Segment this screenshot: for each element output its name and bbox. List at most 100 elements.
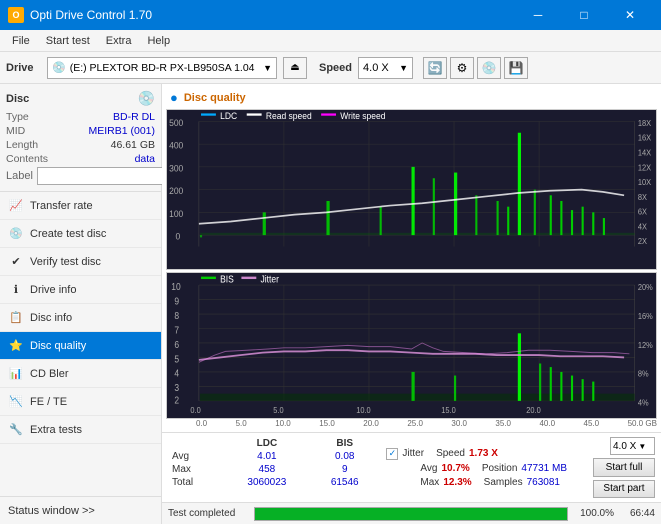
sidebar-item-transfer-rate[interactable]: 📈 Transfer rate: [0, 192, 161, 220]
svg-text:BIS: BIS: [220, 274, 234, 285]
drive-icon: 💿: [52, 61, 66, 74]
disc-label-input[interactable]: [37, 167, 175, 185]
disc-quality-icon: ⭐: [8, 338, 24, 354]
stats-avg-label: Avg: [168, 450, 223, 463]
close-button[interactable]: ✕: [607, 0, 653, 30]
svg-text:8X: 8X: [638, 193, 647, 202]
stats-avg-bis: 0.08: [311, 450, 378, 463]
speed-control-row: 4.0 X ▼: [610, 437, 655, 455]
sidebar-item-label-transfer-rate: Transfer rate: [30, 200, 93, 212]
stats-max-ldc: 458: [223, 463, 311, 476]
titlebar-controls: ─ □ ✕: [515, 0, 653, 30]
x-label-25: 25.0: [407, 419, 423, 428]
sidebar: Disc 💿 Type BD-R DL MID MEIRB1 (001) Len…: [0, 84, 162, 524]
extra-tests-icon: 🔧: [8, 422, 24, 438]
stats-max-row: Max 458 9: [168, 463, 378, 476]
stats-header-empty: [168, 437, 223, 450]
minimize-button[interactable]: ─: [515, 0, 561, 30]
chart-title: Disc quality: [184, 92, 246, 104]
disc-mid-label: MID: [6, 125, 25, 137]
sidebar-item-verify-test-disc[interactable]: ✔ Verify test disc: [0, 248, 161, 276]
menu-start-test[interactable]: Start test: [38, 33, 98, 49]
sidebar-item-label-verify-test-disc: Verify test disc: [30, 256, 101, 268]
refresh-icon[interactable]: 🔄: [423, 57, 447, 79]
test-speed-selector[interactable]: 4.0 X ▼: [610, 437, 655, 455]
x-label-20: 20.0: [363, 419, 379, 428]
menubar: File Start test Extra Help: [0, 30, 661, 52]
transfer-rate-icon: 📈: [8, 198, 24, 214]
drive-info-icon: ℹ: [8, 282, 24, 298]
menu-extra[interactable]: Extra: [98, 33, 140, 49]
speed-label: Speed: [319, 62, 352, 74]
svg-text:400: 400: [169, 140, 183, 150]
sidebar-item-label-create-test-disc: Create test disc: [30, 228, 106, 240]
jitter-label: Jitter: [402, 448, 424, 459]
menu-file[interactable]: File: [4, 33, 38, 49]
sidebar-item-label-extra-tests: Extra tests: [30, 424, 82, 436]
save-icon[interactable]: 💾: [504, 57, 528, 79]
menu-help[interactable]: Help: [139, 33, 178, 49]
svg-text:16X: 16X: [638, 133, 651, 142]
speed-selector[interactable]: 4.0 X ▼: [358, 57, 413, 79]
start-full-button[interactable]: Start full: [593, 458, 655, 477]
svg-text:9: 9: [174, 296, 179, 307]
x-label-10: 10.0: [275, 419, 291, 428]
svg-text:12%: 12%: [638, 341, 653, 351]
jitter-checkbox[interactable]: ✓: [386, 448, 398, 460]
disc-mid-value: MEIRB1 (001): [88, 125, 155, 137]
verify-test-disc-icon: ✔: [8, 254, 24, 270]
disc-icon-small: 💿: [138, 90, 155, 107]
svg-text:0: 0: [176, 231, 181, 241]
ldc-chart: 500 400 300 200 100 0 18X 16X 14X 12X 10…: [166, 109, 657, 270]
stats-bar: LDC BIS Avg 4.01 0.08 Max 458: [162, 432, 661, 502]
drive-selector[interactable]: 💿 (E:) PLEXTOR BD-R PX-LB950SA 1.04 ▼: [47, 57, 277, 79]
jitter-avg-value: 10.7%: [441, 463, 469, 474]
stats-header-ldc: LDC: [223, 437, 311, 450]
disc-title: Disc: [6, 93, 29, 105]
svg-text:4%: 4%: [638, 399, 649, 409]
svg-text:0.0: 0.0: [190, 406, 201, 416]
disc-contents-label: Contents: [6, 153, 48, 165]
jitter-max-value: 12.3%: [443, 477, 471, 488]
svg-text:10.0: 10.0: [356, 406, 371, 416]
sidebar-item-disc-quality[interactable]: ⭐ Disc quality: [0, 332, 161, 360]
main-layout: Disc 💿 Type BD-R DL MID MEIRB1 (001) Len…: [0, 84, 661, 524]
sidebar-item-fe-te[interactable]: 📉 FE / TE: [0, 388, 161, 416]
x-axis-labels: 0.0 5.0 10.0 15.0 20.0 25.0 30.0 35.0 40…: [166, 419, 657, 428]
jitter-max-row: Max 12.3% Samples 763081: [386, 477, 567, 488]
settings-icon[interactable]: ⚙: [450, 57, 474, 79]
stats-avg-row: Avg 4.01 0.08: [168, 450, 378, 463]
sidebar-item-cd-bler[interactable]: 📊 CD Bler: [0, 360, 161, 388]
progress-time: 66:44: [620, 508, 655, 519]
svg-text:10: 10: [171, 282, 180, 293]
maximize-button[interactable]: □: [561, 0, 607, 30]
x-label-40: 40.0: [539, 419, 555, 428]
x-label-0: 0.0: [196, 419, 207, 428]
svg-text:18X: 18X: [638, 119, 651, 128]
sidebar-item-disc-info[interactable]: 📋 Disc info: [0, 304, 161, 332]
x-label-5: 5.0: [236, 419, 247, 428]
sidebar-item-drive-info[interactable]: ℹ Drive info: [0, 276, 161, 304]
eject-button[interactable]: ⏏: [283, 57, 307, 79]
svg-text:3: 3: [174, 383, 179, 394]
sidebar-item-create-test-disc[interactable]: 💿 Create test disc: [0, 220, 161, 248]
progress-bar-container: Test completed 100.0% 66:44: [162, 502, 661, 524]
sidebar-item-extra-tests[interactable]: 🔧 Extra tests: [0, 416, 161, 444]
jitter-avg-row: Avg 10.7% Position 47731 MB: [386, 463, 567, 474]
svg-text:200: 200: [169, 186, 183, 196]
samples-label: Samples: [484, 477, 523, 488]
drive-name: (E:) PLEXTOR BD-R PX-LB950SA 1.04: [70, 62, 255, 74]
titlebar-title: Opti Drive Control 1.70: [30, 8, 152, 22]
svg-text:16%: 16%: [638, 312, 653, 322]
start-part-button[interactable]: Start part: [593, 480, 655, 499]
disc-icon[interactable]: 💿: [477, 57, 501, 79]
svg-text:20%: 20%: [638, 283, 653, 293]
svg-text:4X: 4X: [638, 222, 647, 231]
stats-avg-ldc: 4.01: [223, 450, 311, 463]
disc-type-value: BD-R DL: [113, 111, 155, 123]
drivebar-action-icons: 🔄 ⚙ 💿 💾: [423, 57, 528, 79]
status-window-button[interactable]: Status window >>: [0, 496, 161, 524]
svg-text:LDC: LDC: [220, 111, 238, 121]
progress-percent: 100.0%: [574, 508, 614, 519]
svg-text:8: 8: [174, 311, 179, 322]
